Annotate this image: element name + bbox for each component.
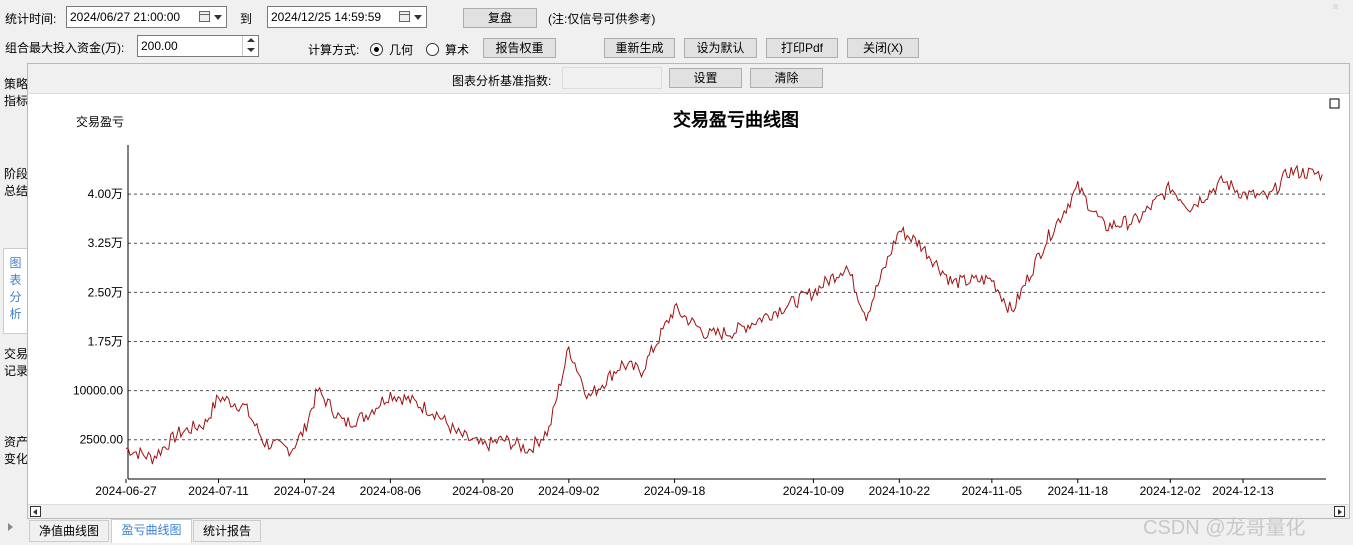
x-tick-label: 2024-10-09 <box>783 484 845 498</box>
set-button[interactable]: 设置 <box>669 68 742 88</box>
calendar-icon[interactable] <box>399 11 410 22</box>
scroll-right-button[interactable] <box>1334 506 1345 517</box>
radio-geometric[interactable] <box>370 43 383 56</box>
spin-up-icon[interactable] <box>247 38 255 42</box>
x-tick-label: 2024-12-13 <box>1212 484 1274 498</box>
bottom-tab-pnl-curve[interactable]: 盈亏曲线图 <box>111 519 192 543</box>
y-axis-label: 交易盈亏 <box>76 114 124 129</box>
chart-maximize-icon[interactable] <box>1329 98 1340 109</box>
side-tab-trade-records[interactable]: 交易记录 <box>4 346 28 380</box>
watermark-text: CSDN @龙哥量化 <box>1143 517 1306 539</box>
close-button[interactable]: 关闭(X) <box>847 38 919 58</box>
y-tick-label: 3.25万 <box>88 236 123 250</box>
baseline-index-field[interactable] <box>562 67 662 89</box>
side-tab-strip: 策略指标 阶段总结 图表分析 交易记录 资产变化 <box>3 72 29 517</box>
arrow-right-icon <box>1338 509 1342 515</box>
y-tick-label: 2.50万 <box>88 285 123 299</box>
report-weight-button[interactable]: 报告权重 <box>483 38 556 58</box>
window-corner-mark <box>1333 4 1338 9</box>
pnl-series-line <box>125 164 1323 465</box>
y-tick-label: 1.75万 <box>88 334 123 348</box>
tab-scroll-arrow-icon[interactable] <box>8 523 13 531</box>
radio-arithmetic[interactable] <box>426 43 439 56</box>
x-tick-label: 2024-11-18 <box>1048 484 1109 498</box>
clear-button[interactable]: 清除 <box>750 68 823 88</box>
to-label: 到 <box>240 12 253 26</box>
arrow-left-icon <box>33 509 37 515</box>
y-tick-label: 10000.00 <box>73 384 123 398</box>
bottom-tab-stat-report[interactable]: 统计报告 <box>193 520 261 542</box>
note-text: (注:仅信号可供参考) <box>548 12 656 26</box>
start-date-picker[interactable]: 2024/06/27 21:00:00 <box>66 6 227 28</box>
x-tick-label: 2024-11-05 <box>962 484 1023 498</box>
max-fund-spinner[interactable]: 200.00 <box>137 35 259 57</box>
start-date-value: 2024/06/27 21:00:00 <box>70 10 181 24</box>
bottom-tab-nav-curve[interactable]: 净值曲线图 <box>29 520 109 542</box>
x-tick-label: 2024-08-20 <box>452 484 514 498</box>
y-tick-label: 2500.00 <box>80 433 124 447</box>
radio-arithmetic-label: 算术 <box>445 43 470 57</box>
spin-down-icon[interactable] <box>247 48 255 52</box>
x-tick-label: 2024-07-24 <box>274 484 336 498</box>
side-tab-asset-change[interactable]: 资产变化 <box>4 434 28 468</box>
x-tick-label: 2024-06-27 <box>95 484 157 498</box>
time-label: 统计时间: <box>5 12 57 26</box>
chevron-down-icon[interactable] <box>214 15 222 20</box>
y-tick-label: 4.00万 <box>88 187 123 201</box>
radio-geometric-label: 几何 <box>389 43 414 57</box>
x-tick-label: 2024-07-11 <box>188 484 249 498</box>
end-date-picker[interactable]: 2024/12/25 14:59:59 <box>267 6 427 28</box>
x-tick-label: 2024-10-22 <box>869 484 931 498</box>
print-pdf-button[interactable]: 打印Pdf <box>766 38 838 58</box>
replay-button[interactable]: 复盘 <box>463 8 537 28</box>
x-tick-label: 2024-09-18 <box>644 484 706 498</box>
max-fund-value: 200.00 <box>141 39 178 53</box>
pnl-chart: 交易盈亏 交易盈亏曲线图 2500.00 10000.00 1.75万 2.50万 3.… <box>73 98 1340 498</box>
calendar-icon[interactable] <box>199 11 210 22</box>
bottom-tab-spacer <box>0 517 27 541</box>
x-tick-label: 2024-09-02 <box>538 484 600 498</box>
max-fund-label: 组合最大投入资金(万): <box>5 41 125 55</box>
side-tab-strategy[interactable]: 策略指标 <box>4 76 28 110</box>
regenerate-button[interactable]: 重新生成 <box>604 38 675 58</box>
chevron-down-icon[interactable] <box>414 15 422 20</box>
x-tick-label: 2024-08-06 <box>360 484 422 498</box>
side-tab-chart-analysis[interactable]: 图表分析 <box>3 248 27 334</box>
calc-method-label: 计算方式: <box>308 43 360 57</box>
scroll-left-button[interactable] <box>30 506 41 517</box>
chart-title: 交易盈亏曲线图 <box>673 109 799 130</box>
end-date-value: 2024/12/25 14:59:59 <box>271 10 382 24</box>
spinner-arrows[interactable] <box>242 36 258 56</box>
set-default-button[interactable]: 设为默认 <box>684 38 757 58</box>
baseline-index-label: 图表分析基准指数: <box>452 74 552 88</box>
side-tab-stage-summary[interactable]: 阶段总结 <box>4 166 28 200</box>
x-tick-label: 2024-12-02 <box>1140 484 1202 498</box>
